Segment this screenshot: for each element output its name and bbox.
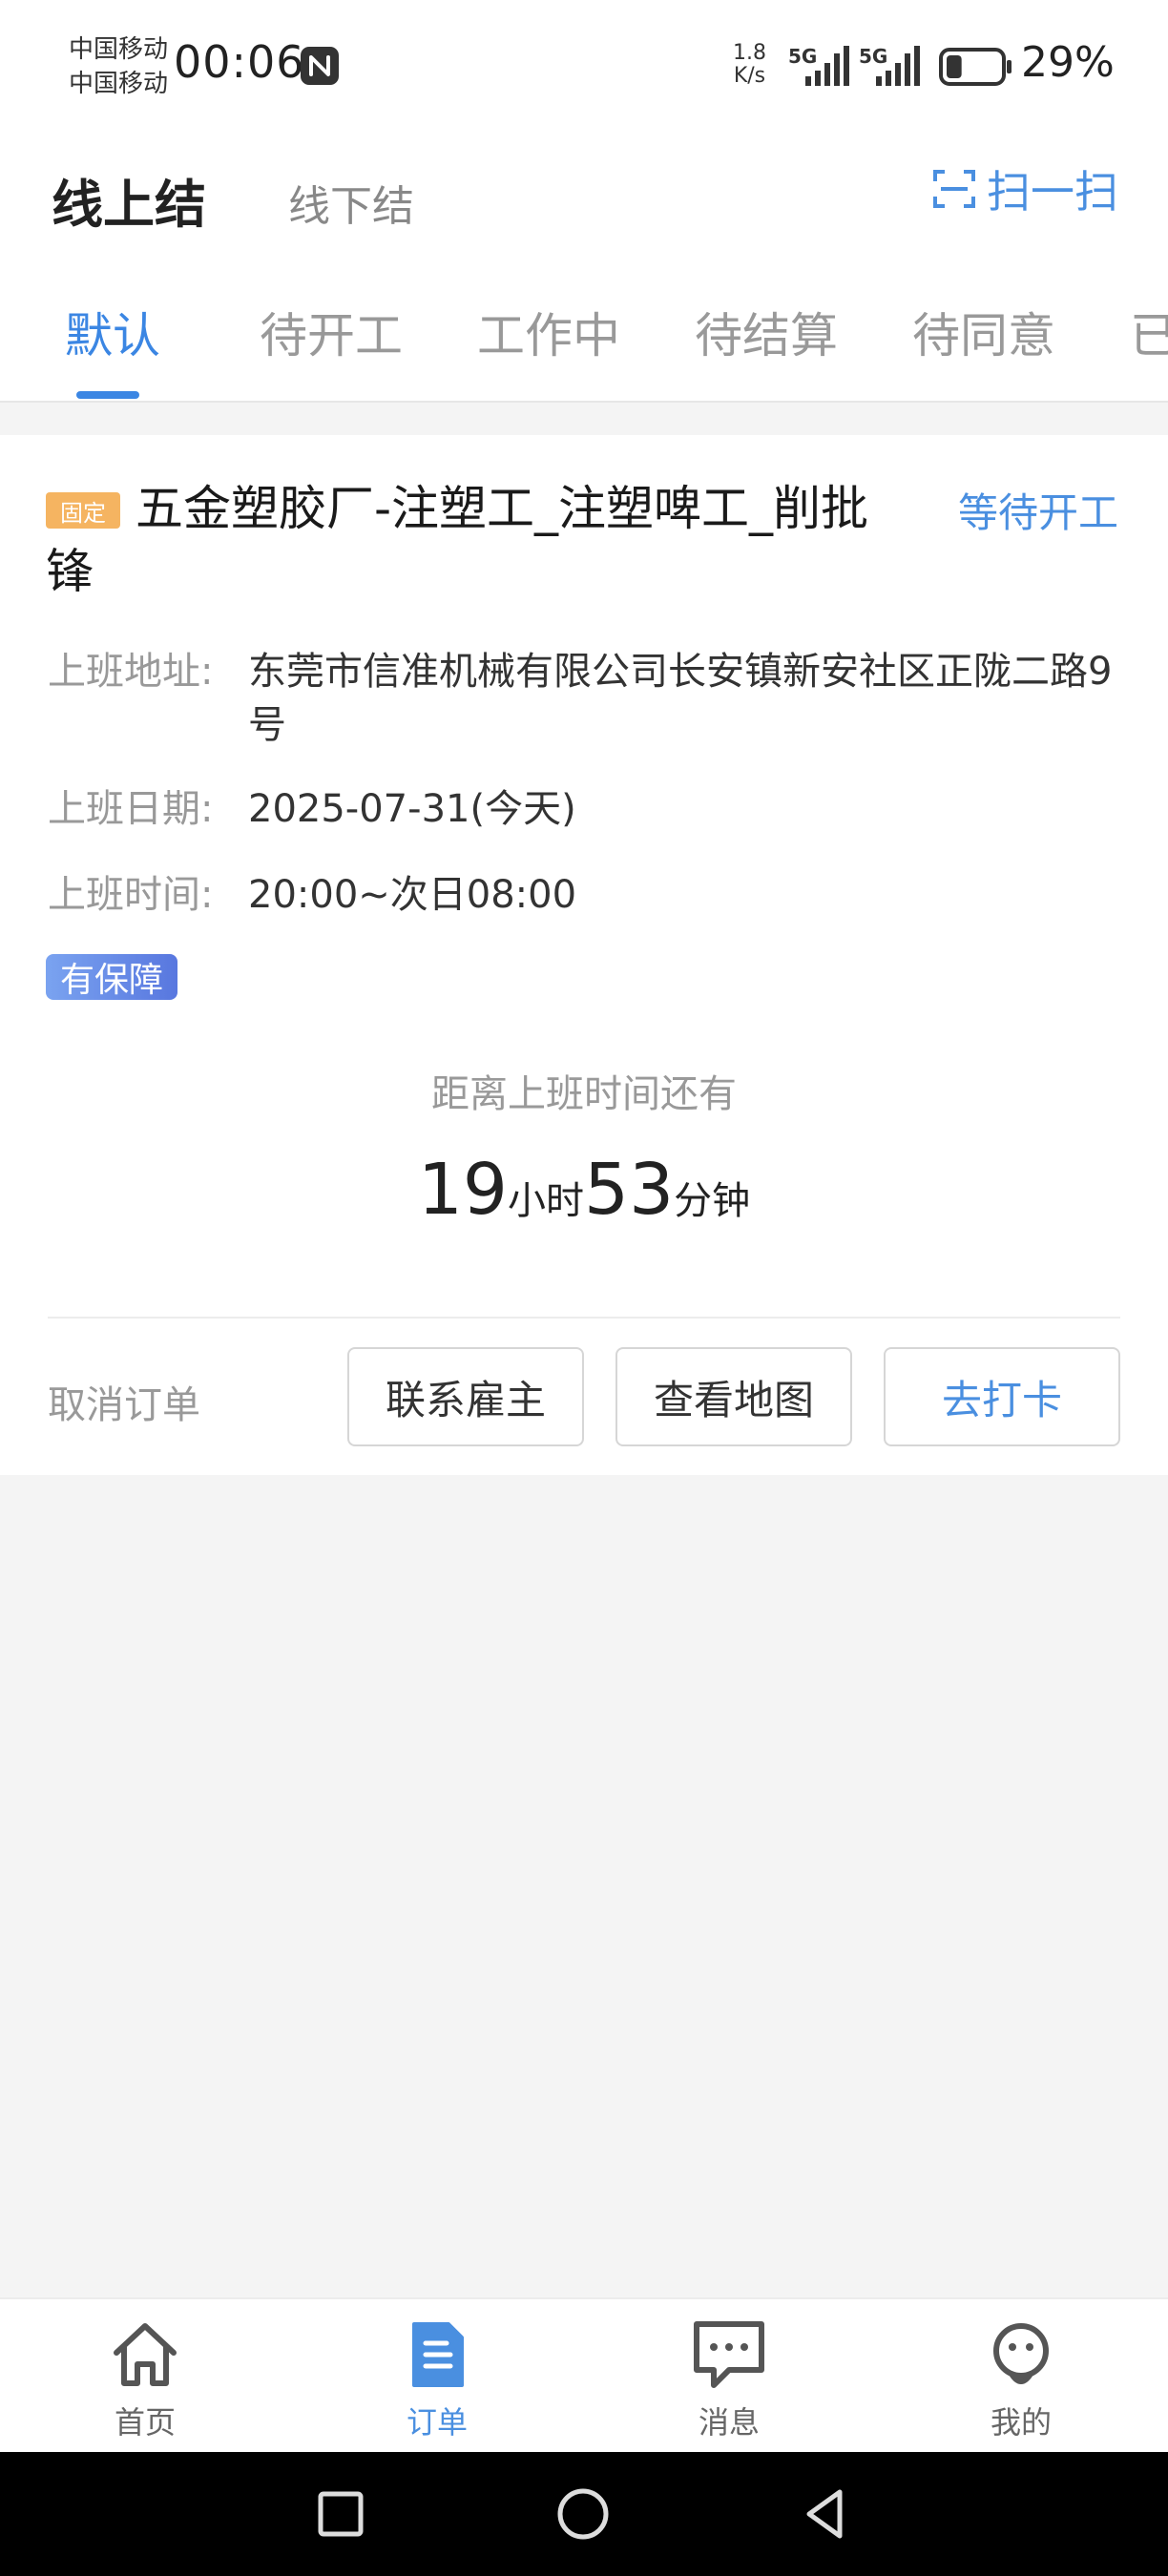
scan-label: 扫一扫 <box>987 166 1118 218</box>
home-icon <box>114 2323 177 2386</box>
countdown-hours: 19 <box>417 1149 508 1231</box>
nav-orders-label: 订单 <box>406 2404 468 2441</box>
order-status-tabs: 默认 待开工 工作中 待结算 待同意 已 <box>0 267 1168 403</box>
time-value: 20:00~次日08:00 <box>248 873 577 917</box>
tab-online-settlement[interactable]: 线上结 <box>52 162 206 238</box>
tab-pending-start[interactable]: 待开工 <box>260 298 403 366</box>
time-label: 上班时间: <box>48 873 214 917</box>
nav-mine[interactable]: 我的 <box>926 2316 1116 2442</box>
scan-button[interactable]: 扫一扫 <box>931 160 1118 218</box>
battery-icon <box>939 48 1012 86</box>
nav-orders[interactable]: 订单 <box>342 2316 532 2442</box>
net-speed-unit: K/s <box>733 64 766 88</box>
status-time: 00:06 <box>174 36 305 88</box>
recent-apps-icon[interactable] <box>309 2483 372 2545</box>
tab-completed[interactable]: 已 <box>1130 298 1168 366</box>
profile-icon <box>993 2323 1049 2384</box>
status-bar: 中国移动 中国移动 00:06 1.8 K/s 5G 5G 29% <box>0 0 1168 134</box>
date-value: 2025-07-31(今天) <box>248 787 576 831</box>
countdown-minutes: 53 <box>584 1149 675 1231</box>
view-map-button[interactable]: 查看地图 <box>615 1347 852 1446</box>
carrier-info: 中国移动 中国移动 <box>69 32 168 101</box>
order-status: 等待开工 <box>957 489 1118 536</box>
back-icon[interactable] <box>794 2483 857 2545</box>
countdown-minutes-unit: 分钟 <box>674 1179 751 1223</box>
tab-default[interactable]: 默认 <box>65 298 160 366</box>
tab-pending-approval[interactable]: 待同意 <box>912 298 1055 366</box>
header: 线上结 线下结 扫一扫 <box>0 134 1168 267</box>
cancel-order-link[interactable]: 取消订单 <box>48 1374 200 1429</box>
order-card[interactable]: 五金塑胶厂-注塑工_注塑啤工_削批锋 固定 等待开工 上班地址: 东莞市信准机械… <box>0 435 1168 1475</box>
battery-percent: 29% <box>1021 38 1115 87</box>
card-divider <box>48 1317 1120 1319</box>
signal-5g-icon-2: 5G <box>859 45 920 86</box>
bottom-nav: 首页 订单 消息 我的 <box>0 2297 1168 2452</box>
nfc-icon <box>301 47 339 85</box>
nav-mine-label: 我的 <box>990 2404 1052 2441</box>
order-icon <box>412 2322 464 2387</box>
address-label: 上班地址: <box>48 650 214 694</box>
date-label: 上班日期: <box>48 787 214 831</box>
tab-offline-settlement[interactable]: 线下结 <box>288 172 414 233</box>
countdown-hours-unit: 小时 <box>508 1179 584 1223</box>
tab-working[interactable]: 工作中 <box>477 298 620 366</box>
nav-home-label: 首页 <box>114 2404 176 2441</box>
system-nav-bar <box>0 2452 1168 2576</box>
system-home-icon[interactable] <box>552 2483 615 2545</box>
nav-home[interactable]: 首页 <box>50 2316 240 2442</box>
battery-fill <box>947 55 962 78</box>
countdown: 19小时53分钟 <box>0 1149 1168 1231</box>
fixed-badge: 固定 <box>46 492 120 529</box>
signal-2-label: 5G <box>859 45 887 68</box>
address-value: 东莞市信准机械有限公司长安镇新安社区正陇二路9号 <box>248 650 1113 747</box>
nav-messages-label: 消息 <box>698 2404 760 2441</box>
carrier-1: 中国移动 <box>69 35 169 64</box>
scan-icon <box>933 170 975 208</box>
message-icon <box>694 2321 764 2388</box>
contact-employer-button[interactable]: 联系雇主 <box>347 1347 584 1446</box>
job-title: 五金塑胶厂-注塑工_注塑啤工_削批锋 <box>46 481 869 599</box>
clock-in-button[interactable]: 去打卡 <box>884 1347 1120 1446</box>
nav-messages[interactable]: 消息 <box>634 2316 824 2442</box>
net-speed: 1.8 K/s <box>733 42 766 88</box>
signal-5g-icon-1: 5G <box>788 45 849 86</box>
guarantee-badge: 有保障 <box>46 954 177 1000</box>
countdown-label: 距离上班时间还有 <box>431 1072 737 1116</box>
carrier-2: 中国移动 <box>69 70 169 98</box>
signal-1-label: 5G <box>788 45 817 68</box>
tab-pending-settlement[interactable]: 待结算 <box>695 298 838 366</box>
active-tab-indicator <box>76 391 139 399</box>
net-speed-value: 1.8 <box>733 41 766 65</box>
